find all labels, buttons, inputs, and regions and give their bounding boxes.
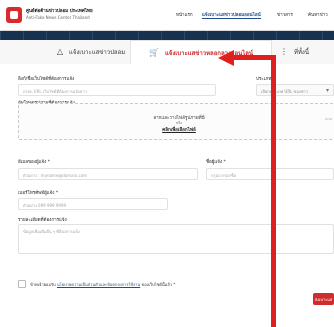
web-page: ศูนย์ต่อต้านข่าวปลอม ประเทศไทย Anti-Fake… — [0, 0, 334, 327]
bell-icon: △ — [56, 47, 63, 56]
annotation-arrow-head-icon — [218, 50, 234, 66]
nav-news[interactable]: ข่าวสาร — [277, 11, 293, 18]
nav-home[interactable]: หน้าแรก — [176, 11, 193, 18]
report-tabs: △ แจ้งเบาะแสข่าวปลอม 🛒 แจ้งเบาะแสข่าวหลอ… — [0, 40, 334, 65]
submit-button[interactable]: ส่งเบาะแส — [313, 293, 334, 305]
nav-search-news[interactable]: ค้นหาข่าว — [308, 11, 328, 18]
tab-report-online-fraud[interactable]: 🛒 แจ้งเบาะแสข่าวหลอกลวงออนไลน์ — [130, 40, 272, 65]
name-input[interactable]: กรุณากรอกชื่อ — [206, 168, 334, 180]
url-label: ลิงก์/ชื่อเว็บไซต์ที่ต้องการแจ้ง — [18, 77, 75, 82]
detail-textarea[interactable]: ข้อมูลเพิ่มเติมอื่น ๆ ที่ต้องการแจ้ง — [18, 224, 334, 254]
consent-checkbox[interactable] — [18, 280, 26, 288]
url-input[interactable]: กรอก URL เว็บไซต์ที่ต้องการแจ้งข่าว — [18, 84, 216, 96]
tab-label: แจ้งเบาะแสข่าวปลอม — [68, 49, 126, 56]
more-icon: ⋮ — [280, 47, 288, 56]
top-navbar: ศูนย์ต่อต้านข่าวปลอม ประเทศไทย Anti-Fake… — [0, 0, 334, 31]
consent-prefix: ข้าพเจ้ายอมรับ — [30, 282, 56, 287]
tab-label: ที่ทั้งนี้ — [294, 49, 309, 56]
name-label: ชื่อผู้แจ้ง * — [206, 160, 226, 165]
brand-title-th[interactable]: ศูนย์ต่อต้านข่าวปลอม ประเทศไทย — [26, 7, 93, 14]
brand-title-en[interactable]: Anti-Fake News Center Thailand — [26, 15, 90, 20]
nav-report-online[interactable]: แจ้งเบาะแสข่าวปลอมออนไลน์ — [202, 11, 261, 19]
consent-link[interactable]: นโยบายความเป็นส่วนตัวและข้อตกลงการใช้งาน — [57, 282, 140, 287]
email-label: อีเมลของผู้แจ้ง * — [18, 160, 50, 165]
tab-other[interactable]: ⋮ ที่ทั้งนี้ — [280, 40, 334, 64]
phone-input[interactable]: ตัวอย่าง 099 999 9999 — [18, 198, 168, 210]
detail-label: รายละเอียดที่ต้องการแจ้ง — [18, 218, 67, 223]
annotation-arrow-bar — [232, 55, 276, 60]
phone-label: เบอร์โทรศัพท์ผู้แจ้ง * — [18, 191, 59, 196]
consent-text: ข้าพเจ้ายอมรับ นโยบายความเป็นส่วนตัวและข… — [30, 281, 175, 288]
email-input[interactable]: ตัวอย่าง : myname@domain.com — [18, 168, 198, 180]
annotation-arrow-shaft — [271, 57, 276, 327]
upload-link[interactable]: คลิกเพื่อเลือกไฟล์ — [162, 126, 196, 133]
cart-icon: 🛒 — [148, 48, 159, 57]
site-logo-icon[interactable] — [6, 7, 22, 23]
upload-hint: 0/10 — [325, 117, 332, 121]
consent-suffix: ของเว็บไซต์นี้แล้ว * — [141, 282, 176, 287]
upload-dropzone[interactable]: ลากและวางไฟล์รูปภาพที่นี่ หรือ คลิกเพื่อ… — [18, 103, 334, 140]
type-select[interactable]: เลือกประเภท URL ของข่าว — [256, 84, 334, 96]
